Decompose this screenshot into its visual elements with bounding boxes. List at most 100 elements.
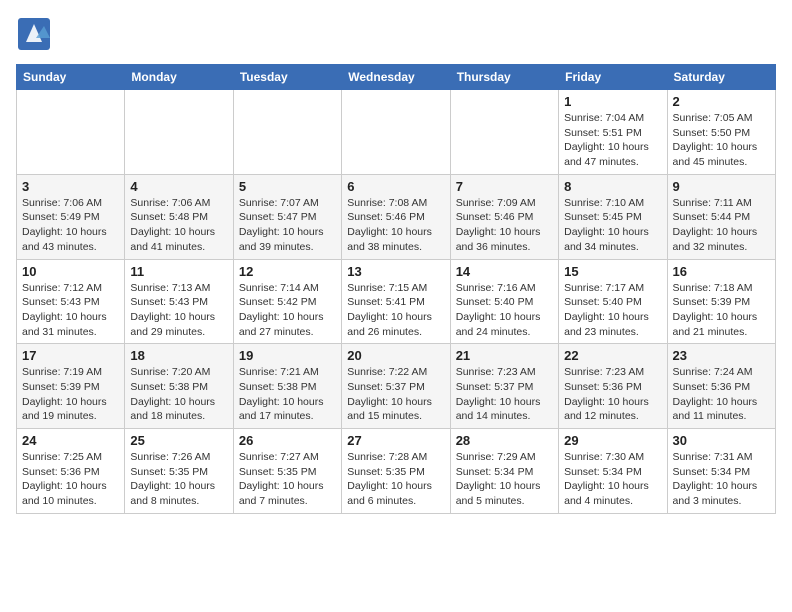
day-number: 13 (347, 264, 444, 279)
day-info: Sunrise: 7:06 AMSunset: 5:49 PMDaylight:… (22, 196, 119, 255)
day-number: 10 (22, 264, 119, 279)
calendar-cell: 15 Sunrise: 7:17 AMSunset: 5:40 PMDayligh… (559, 259, 667, 344)
day-info: Sunrise: 7:13 AMSunset: 5:43 PMDaylight:… (130, 281, 227, 340)
calendar-cell: 10 Sunrise: 7:12 AMSunset: 5:43 PMDayligh… (17, 259, 125, 344)
day-number: 24 (22, 433, 119, 448)
weekday-header: Thursday (450, 65, 558, 90)
day-info: Sunrise: 7:09 AMSunset: 5:46 PMDaylight:… (456, 196, 553, 255)
calendar-cell (17, 90, 125, 175)
calendar-cell: 7 Sunrise: 7:09 AMSunset: 5:46 PMDaylight… (450, 174, 558, 259)
calendar-cell: 26 Sunrise: 7:27 AMSunset: 5:35 PMDayligh… (233, 429, 341, 514)
day-info: Sunrise: 7:28 AMSunset: 5:35 PMDaylight:… (347, 450, 444, 509)
day-info: Sunrise: 7:05 AMSunset: 5:50 PMDaylight:… (673, 111, 770, 170)
day-number: 23 (673, 348, 770, 363)
day-number: 17 (22, 348, 119, 363)
day-number: 22 (564, 348, 661, 363)
calendar-cell: 24 Sunrise: 7:25 AMSunset: 5:36 PMDayligh… (17, 429, 125, 514)
calendar-cell: 2Sunrise: 7:05 AMSunset: 5:50 PMDaylight… (667, 90, 775, 175)
calendar-cell: 25 Sunrise: 7:26 AMSunset: 5:35 PMDayligh… (125, 429, 233, 514)
day-info: Sunrise: 7:20 AMSunset: 5:38 PMDaylight:… (130, 365, 227, 424)
day-number: 5 (239, 179, 336, 194)
calendar-cell (233, 90, 341, 175)
weekday-header: Friday (559, 65, 667, 90)
day-number: 1 (564, 94, 661, 109)
calendar-cell: 22 Sunrise: 7:23 AMSunset: 5:36 PMDayligh… (559, 344, 667, 429)
logo (16, 16, 56, 52)
day-number: 18 (130, 348, 227, 363)
day-info: Sunrise: 7:08 AMSunset: 5:46 PMDaylight:… (347, 196, 444, 255)
day-number: 29 (564, 433, 661, 448)
day-number: 12 (239, 264, 336, 279)
day-info: Sunrise: 7:25 AMSunset: 5:36 PMDaylight:… (22, 450, 119, 509)
day-info: Sunrise: 7:11 AMSunset: 5:44 PMDaylight:… (673, 196, 770, 255)
calendar-cell: 12 Sunrise: 7:14 AMSunset: 5:42 PMDayligh… (233, 259, 341, 344)
day-number: 14 (456, 264, 553, 279)
day-info: Sunrise: 7:21 AMSunset: 5:38 PMDaylight:… (239, 365, 336, 424)
day-info: Sunrise: 7:29 AMSunset: 5:34 PMDaylight:… (456, 450, 553, 509)
day-info: Sunrise: 7:19 AMSunset: 5:39 PMDaylight:… (22, 365, 119, 424)
calendar-week-row: 24 Sunrise: 7:25 AMSunset: 5:36 PMDayligh… (17, 429, 776, 514)
day-number: 20 (347, 348, 444, 363)
calendar-cell: 8Sunrise: 7:10 AMSunset: 5:45 PMDaylight… (559, 174, 667, 259)
page-header (16, 16, 776, 52)
day-info: Sunrise: 7:18 AMSunset: 5:39 PMDaylight:… (673, 281, 770, 340)
weekday-header: Tuesday (233, 65, 341, 90)
weekday-header: Monday (125, 65, 233, 90)
calendar-cell: 20 Sunrise: 7:22 AMSunset: 5:37 PMDayligh… (342, 344, 450, 429)
calendar-cell: 30 Sunrise: 7:31 AMSunset: 5:34 PMDayligh… (667, 429, 775, 514)
day-number: 15 (564, 264, 661, 279)
day-info: Sunrise: 7:04 AMSunset: 5:51 PMDaylight:… (564, 111, 661, 170)
day-info: Sunrise: 7:14 AMSunset: 5:42 PMDaylight:… (239, 281, 336, 340)
day-number: 28 (456, 433, 553, 448)
calendar-cell: 6 Sunrise: 7:08 AMSunset: 5:46 PMDaylight… (342, 174, 450, 259)
day-number: 3 (22, 179, 119, 194)
day-number: 25 (130, 433, 227, 448)
calendar-cell: 3 Sunrise: 7:06 AMSunset: 5:49 PMDaylight… (17, 174, 125, 259)
day-number: 7 (456, 179, 553, 194)
weekday-header: Saturday (667, 65, 775, 90)
calendar-table: SundayMondayTuesdayWednesdayThursdayFrid… (16, 64, 776, 514)
calendar-week-row: 17 Sunrise: 7:19 AMSunset: 5:39 PMDayligh… (17, 344, 776, 429)
calendar-cell: 23 Sunrise: 7:24 AMSunset: 5:36 PMDayligh… (667, 344, 775, 429)
day-info: Sunrise: 7:24 AMSunset: 5:36 PMDaylight:… (673, 365, 770, 424)
calendar-cell: 11 Sunrise: 7:13 AMSunset: 5:43 PMDayligh… (125, 259, 233, 344)
day-info: Sunrise: 7:23 AMSunset: 5:37 PMDaylight:… (456, 365, 553, 424)
calendar-cell: 18 Sunrise: 7:20 AMSunset: 5:38 PMDayligh… (125, 344, 233, 429)
day-number: 27 (347, 433, 444, 448)
weekday-header: Wednesday (342, 65, 450, 90)
day-info: Sunrise: 7:23 AMSunset: 5:36 PMDaylight:… (564, 365, 661, 424)
day-info: Sunrise: 7:10 AMSunset: 5:45 PMDaylight:… (564, 196, 661, 255)
calendar-cell: 16Sunrise: 7:18 AMSunset: 5:39 PMDayligh… (667, 259, 775, 344)
calendar-cell: 14Sunrise: 7:16 AMSunset: 5:40 PMDayligh… (450, 259, 558, 344)
day-info: Sunrise: 7:27 AMSunset: 5:35 PMDaylight:… (239, 450, 336, 509)
day-info: Sunrise: 7:17 AMSunset: 5:40 PMDaylight:… (564, 281, 661, 340)
calendar-cell: 27 Sunrise: 7:28 AMSunset: 5:35 PMDayligh… (342, 429, 450, 514)
calendar-cell (450, 90, 558, 175)
day-number: 6 (347, 179, 444, 194)
calendar-cell: 21 Sunrise: 7:23 AMSunset: 5:37 PMDayligh… (450, 344, 558, 429)
day-info: Sunrise: 7:31 AMSunset: 5:34 PMDaylight:… (673, 450, 770, 509)
calendar-cell: 19 Sunrise: 7:21 AMSunset: 5:38 PMDayligh… (233, 344, 341, 429)
day-info: Sunrise: 7:26 AMSunset: 5:35 PMDaylight:… (130, 450, 227, 509)
day-number: 11 (130, 264, 227, 279)
calendar-cell (125, 90, 233, 175)
day-info: Sunrise: 7:30 AMSunset: 5:34 PMDaylight:… (564, 450, 661, 509)
calendar-cell: 9 Sunrise: 7:11 AMSunset: 5:44 PMDaylight… (667, 174, 775, 259)
day-info: Sunrise: 7:22 AMSunset: 5:37 PMDaylight:… (347, 365, 444, 424)
header-row: SundayMondayTuesdayWednesdayThursdayFrid… (17, 65, 776, 90)
calendar-week-row: 1 Sunrise: 7:04 AMSunset: 5:51 PMDaylight… (17, 90, 776, 175)
day-number: 30 (673, 433, 770, 448)
day-info: Sunrise: 7:15 AMSunset: 5:41 PMDaylight:… (347, 281, 444, 340)
calendar-body: 1 Sunrise: 7:04 AMSunset: 5:51 PMDaylight… (17, 90, 776, 514)
calendar-week-row: 3 Sunrise: 7:06 AMSunset: 5:49 PMDaylight… (17, 174, 776, 259)
day-number: 9 (673, 179, 770, 194)
day-info: Sunrise: 7:12 AMSunset: 5:43 PMDaylight:… (22, 281, 119, 340)
day-number: 26 (239, 433, 336, 448)
calendar-cell: 13 Sunrise: 7:15 AMSunset: 5:41 PMDayligh… (342, 259, 450, 344)
calendar-cell (342, 90, 450, 175)
day-number: 21 (456, 348, 553, 363)
calendar-cell: 29 Sunrise: 7:30 AMSunset: 5:34 PMDayligh… (559, 429, 667, 514)
calendar-cell: 4Sunrise: 7:06 AMSunset: 5:48 PMDaylight… (125, 174, 233, 259)
day-number: 4 (130, 179, 227, 194)
day-number: 19 (239, 348, 336, 363)
